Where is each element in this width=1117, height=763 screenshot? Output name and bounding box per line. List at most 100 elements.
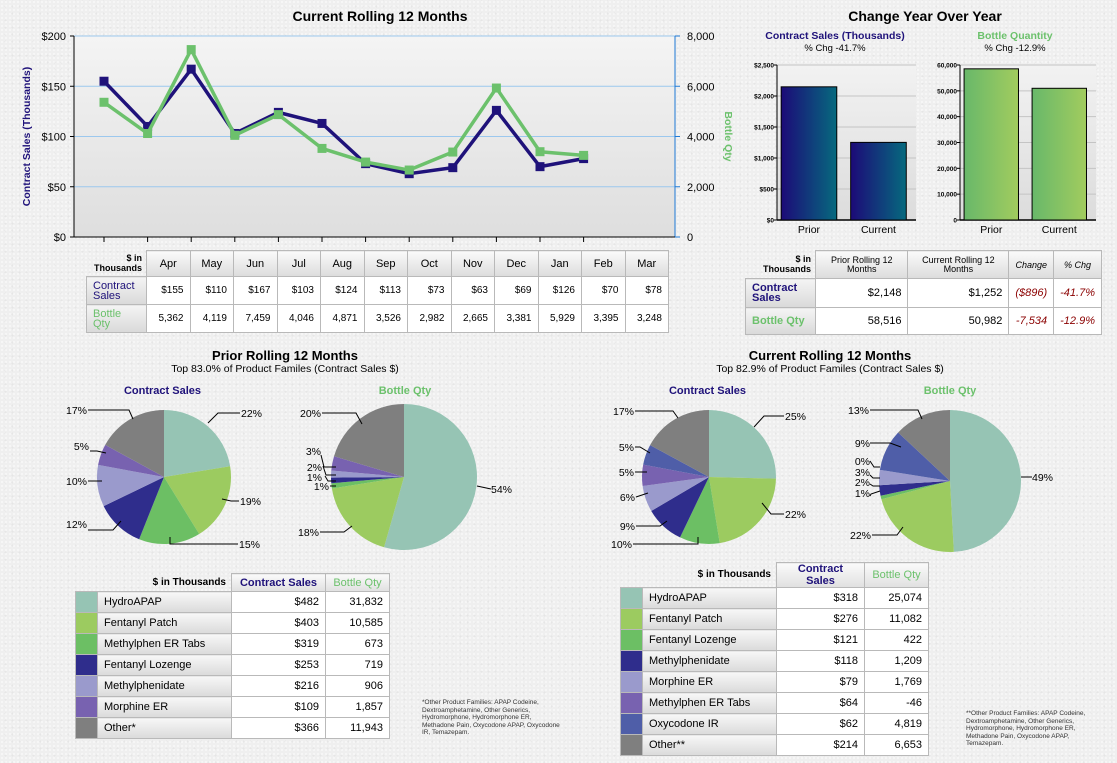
month-header: Feb [581,250,626,277]
legend-sales: $121 [776,629,865,651]
legend-qty: 4,819 [864,713,929,735]
yoy-sales-title: Contract Sales (Thousands) [765,30,905,42]
pie-leader-line [870,409,923,420]
legend-sales: $366 [231,717,326,739]
legend-row: Fentanyl Patch $403 10,585 [75,612,390,634]
month-header: Oct [407,250,452,277]
y-tick-label: $1,000 [754,156,774,163]
cell-bottle-qty: 3,526 [363,304,408,333]
legend-sales: $253 [231,654,326,676]
pie-pct-label: 0% [855,456,870,468]
legend-sales: $118 [776,650,865,672]
legend-sales: $214 [776,734,865,756]
legend-qty: 422 [864,629,929,651]
legend-name: Oxycodone IR [642,713,777,735]
data-point [491,105,501,115]
legend-row: Methylphen ER Tabs $319 673 [75,633,390,655]
legend-qty: 25,074 [864,587,929,609]
y-tick-label: $100 [42,132,66,144]
legend-swatch [620,629,643,651]
header-current: Current Rolling 12 Months [907,250,1010,279]
table-row: Bottle Qty 58,516 50,982 -7,534 -12.9% [745,307,1102,335]
current-legend-table: $ in Thousands Contract Sales Bottle Qty… [620,562,929,756]
legend-name: Fentanyl Lozenge [97,654,232,676]
legend-row: Other* $366 11,943 [75,717,390,739]
cell-pct: -41.7% [1053,278,1102,308]
legend-name: Methylphen ER Tabs [97,633,232,655]
month-header: Jan [537,250,582,277]
pie-leader-line [869,490,881,497]
legend-name: Fentanyl Patch [97,612,232,634]
y-tick-label: $200 [42,31,66,43]
legend-row: HydroAPAP $318 25,074 [620,587,929,609]
legend-swatch [620,608,643,630]
table-row: Contract Sales $2,148 $1,252 ($896) -41.… [745,278,1102,308]
cell-bottle-qty: 2,665 [450,304,495,333]
pie-pct-label: 20% [300,408,321,420]
y-tick-label: 40,000 [937,114,957,121]
legend-qty: 1,857 [325,696,390,718]
bar-prior [780,86,838,221]
cell-bottle-qty: 4,046 [276,304,321,333]
cell-change: ($896) [1008,278,1055,308]
cell-pct: -12.9% [1053,307,1102,335]
table-row: Bottle Qty 5,362 4,119 7,459 4,046 4,871 3,52… [86,304,669,333]
data-point [186,45,196,55]
x-tick-label: Current [1042,224,1077,236]
y-tick-label: $0 [54,232,66,244]
y2-tick-label: 0 [687,232,693,244]
data-point [143,129,153,139]
cell-bottle-qty: 2,982 [407,304,452,333]
legend-sales: $318 [776,587,865,609]
pie-pct-label: 3% [855,467,870,479]
legend-qty: 31,832 [325,591,390,613]
legend-swatch [75,675,98,697]
pie-pct-label: 6% [620,492,635,504]
yoy-sales-pct: % Chg -41.7% [804,43,866,54]
cell-bottle-qty: 5,929 [537,304,582,333]
data-point [273,110,283,120]
legend-row: Methylphenidate $118 1,209 [620,650,929,672]
y-tick-label: $2,500 [754,63,774,70]
y-tick-label: $50 [48,182,66,194]
cell-prior: $2,148 [814,278,909,308]
row-label: Contract Sales [745,278,816,308]
cell-contract-sales: $167 [233,276,278,305]
legend-swatch [620,692,643,714]
pie-leader-line [88,409,134,420]
legend-name: Other** [642,734,777,756]
pie-pct-label: 9% [855,438,870,450]
legend-sales: $319 [231,633,326,655]
legend-swatch [75,633,98,655]
yoy-table: $ in Thousands Prior Rolling 12 Months C… [745,250,1102,335]
cell-contract-sales: $110 [189,276,234,305]
yoy-bar-charts: $0 $500 $1,000 $1,500 $2,000 $2,500 Prior Curre… [754,63,1096,236]
legend-name: Methylphenidate [642,650,777,672]
pie-leader-line [869,474,880,479]
data-point [535,162,545,172]
cell-contract-sales: $113 [363,276,408,305]
pie-pct-label: 10% [66,476,87,488]
data-point [448,163,458,173]
legend-row: Morphine ER $109 1,857 [75,696,390,718]
prior-pies-title: Prior Rolling 12 Months [212,348,358,363]
current-pies-subtitle: Top 82.9% of Product Familes (Contract S… [716,363,944,375]
legend-qty: 719 [325,654,390,676]
legend-row: Fentanyl Lozenge $253 719 [75,654,390,676]
legend-sales: $79 [776,671,865,693]
legend-sales: $276 [776,608,865,630]
cell-contract-sales: $69 [494,276,539,305]
pie-pct-label: 9% [620,521,635,533]
cell-bottle-qty: 3,381 [494,304,539,333]
monthly-table: $ in Thousands Apr May Jun Jul Aug Sep Oct Nov D… [86,250,669,333]
legend-name: Fentanyl Lozenge [642,629,777,651]
cell-prior: 58,516 [814,307,909,335]
legend-swatch [75,654,98,676]
pie-pct-label: 17% [66,405,87,417]
month-header: Aug [320,250,365,277]
pie-leader-line [207,412,240,424]
y2-tick-label: 8,000 [687,31,715,43]
y-tick-label: $0 [767,218,775,225]
y-tick-label: 60,000 [937,63,957,70]
line-chart-title: Current Rolling 12 Months [292,8,468,24]
